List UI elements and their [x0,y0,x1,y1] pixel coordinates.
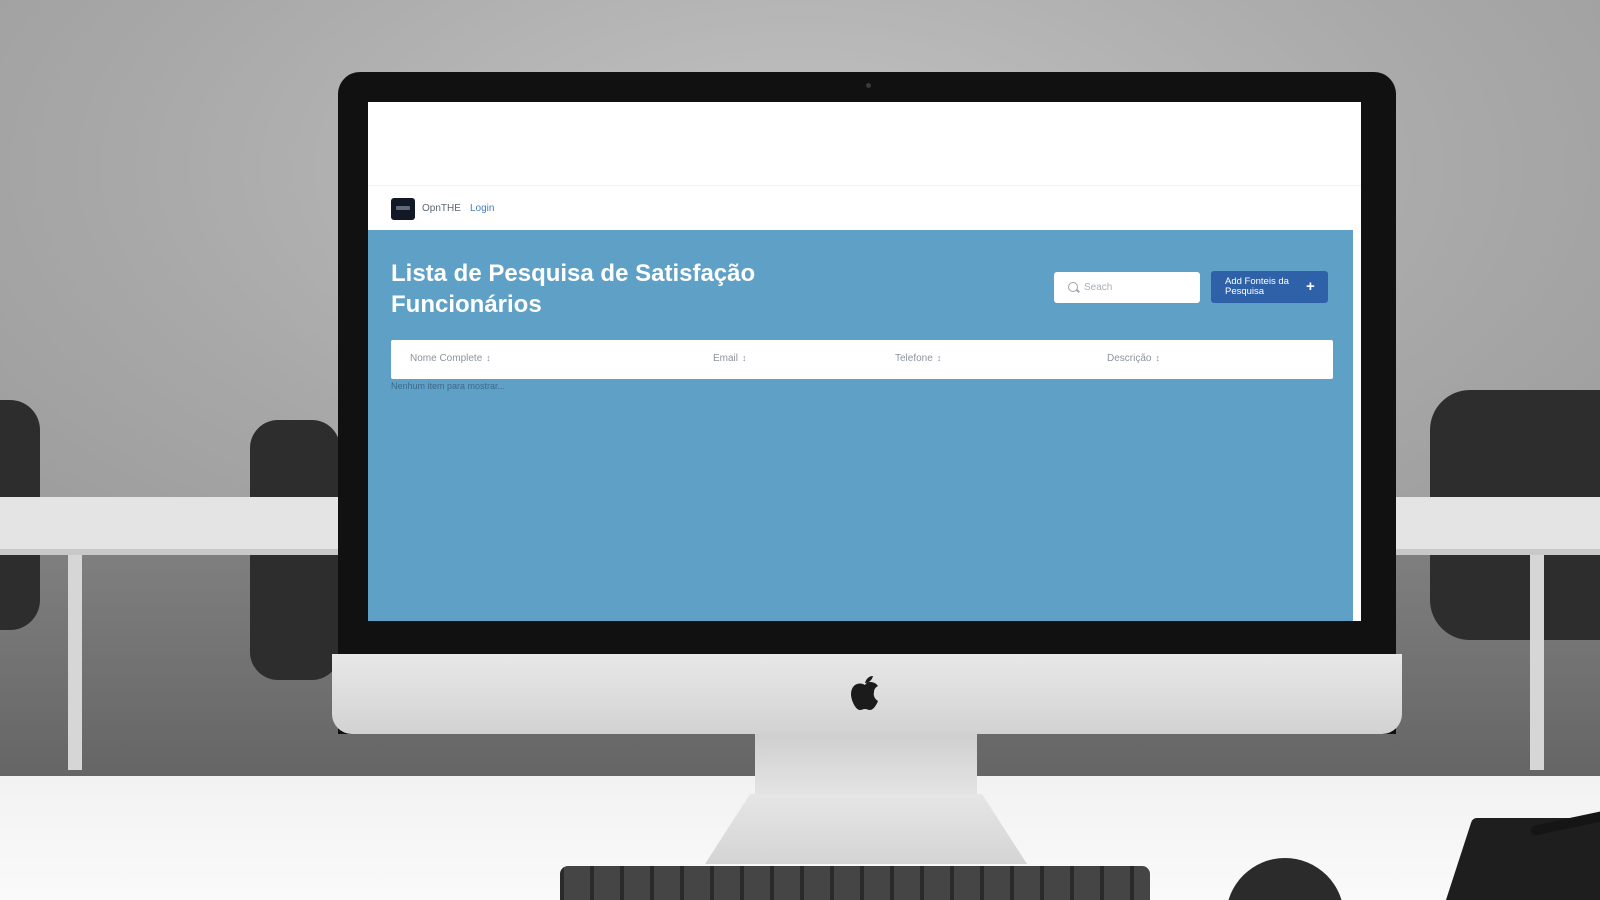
table-leg [68,555,82,770]
column-label: Descrição [1107,353,1152,364]
page-scroll-gutter [1353,230,1361,621]
brand-name[interactable]: OpnTHE [422,203,461,214]
column-header-telefone[interactable]: Telefone ↕ [895,353,941,364]
table-leg [1530,555,1544,770]
add-survey-button-label: Add Fonteis da Pesquisa [1225,276,1289,297]
monitor-stand [755,734,977,796]
monitor-chin [332,654,1402,734]
search-icon [1068,282,1078,292]
sort-icon[interactable]: ↕ [937,353,942,363]
table-header: Nome Complete ↕ Email ↕ Telefone ↕ Descriçã… [391,340,1333,379]
background-table-right [1380,497,1600,555]
sort-icon[interactable]: ↕ [742,353,747,363]
search-input[interactable] [1084,278,1192,297]
browser-top-area [368,102,1361,186]
login-link[interactable]: Login [470,203,494,214]
webcam [866,83,871,88]
column-label: Nome Complete [410,353,483,364]
screen: OpnTHE Login Lista de Pesquisa de Satisf… [368,102,1361,621]
background-table-left [0,497,380,555]
keyboard [560,866,1150,900]
plus-icon: + [1306,278,1315,295]
apple-logo-icon [851,676,878,710]
column-label: Email [713,353,739,364]
sort-icon[interactable]: ↕ [486,353,491,363]
search-box[interactable] [1054,272,1200,303]
sort-icon[interactable]: ↕ [1155,353,1160,363]
page-title: Lista de Pesquisa de Satisfação Funcioná… [391,260,756,318]
add-survey-button[interactable]: Add Fonteis da Pesquisa + [1211,271,1328,303]
column-header-nome[interactable]: Nome Complete ↕ [410,353,491,364]
empty-table-message: Nenhum item para mostrar... [391,381,506,391]
monitor-stand-base [705,794,1027,864]
navbar [368,186,1361,230]
column-header-descricao[interactable]: Descrição ↕ [1107,353,1160,364]
column-label: Telefone [895,353,933,364]
column-header-email[interactable]: Email ↕ [713,353,747,364]
app-logo-icon[interactable] [391,198,415,220]
